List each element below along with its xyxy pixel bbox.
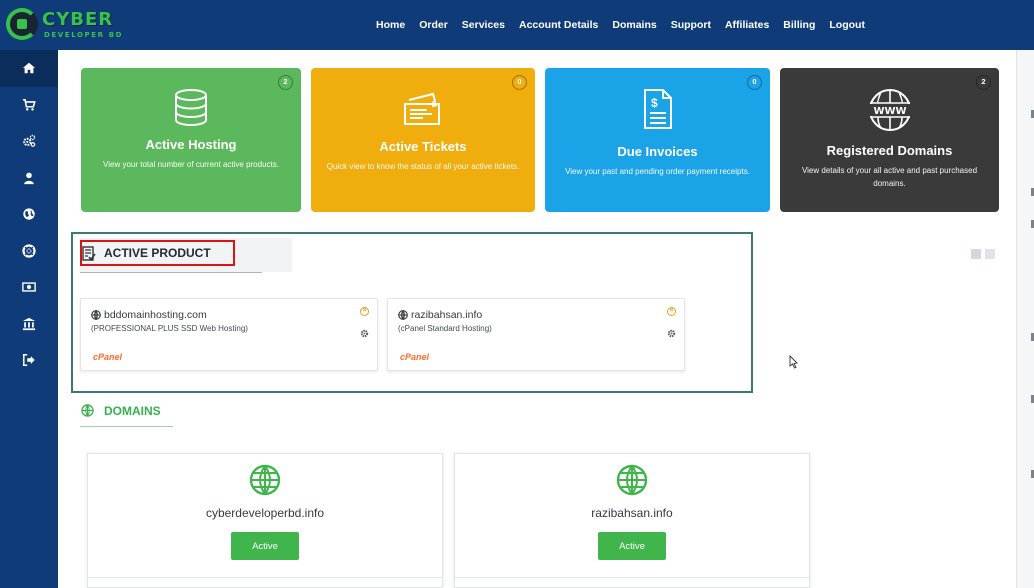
active-tickets-card[interactable]: 0 Active Tickets Quick view to know the …	[311, 68, 535, 212]
ticket-icon	[404, 92, 440, 125]
product-card[interactable]: bddomainhosting.com (PROFESSIONAL PLUS S…	[80, 298, 378, 371]
main-nav: Home Order Services Account Details Doma…	[376, 0, 865, 50]
user-icon	[24, 172, 34, 184]
domain-globe-icon	[249, 464, 281, 496]
nav-services[interactable]: Services	[462, 19, 505, 31]
close-icon[interactable]: ×	[667, 307, 676, 316]
card-description: View details of your all active and past…	[801, 166, 978, 188]
invoice-icon: $	[643, 89, 672, 129]
section-underline	[80, 426, 173, 427]
product-domain-text: razibahsan.info	[411, 309, 483, 321]
gear-icon[interactable]	[360, 329, 369, 338]
sidebar-item-home[interactable]	[0, 50, 58, 87]
domain-card[interactable]: cyberdeveloperbd.info Active	[87, 453, 443, 588]
product-plan: (PROFESSIONAL PLUS SSD Web Hosting)	[91, 324, 248, 333]
domain-globe-icon	[616, 464, 648, 496]
sidebar-item-cart[interactable]	[0, 87, 58, 124]
sidebar-item-support[interactable]	[0, 233, 58, 270]
svg-text:WWW: WWW	[873, 106, 906, 117]
card-title: Due Invoices	[617, 144, 698, 159]
sidebar-item-logout[interactable]	[0, 342, 58, 379]
list-view-icon[interactable]	[985, 249, 995, 259]
home-icon	[22, 63, 36, 74]
right-panel-edge	[1016, 50, 1034, 588]
sign-out-icon	[22, 354, 35, 367]
cpanel-logo[interactable]: cPanel	[93, 352, 122, 362]
due-invoices-card[interactable]: 0 $ Due Invoices View your past and pend…	[545, 68, 770, 212]
brand-subtitle: DEVELOPER BD	[44, 31, 124, 39]
sidebar-item-domains[interactable]	[0, 196, 58, 233]
card-divider	[88, 577, 442, 578]
nav-order[interactable]: Order	[419, 19, 448, 31]
gear-icon[interactable]	[667, 329, 676, 338]
product-domain: razibahsan.info	[398, 309, 482, 321]
active-hosting-card[interactable]: 2 Active Hosting View your total number …	[81, 68, 301, 212]
nav-account-details[interactable]: Account Details	[519, 19, 598, 31]
database-icon	[175, 89, 207, 126]
grid-view-icon[interactable]	[971, 249, 981, 259]
bank-icon	[22, 317, 36, 330]
nav-affiliates[interactable]: Affiliates	[725, 19, 769, 31]
count-badge: 2	[278, 75, 293, 90]
card-description: Quick view to know the status of all you…	[326, 162, 520, 171]
card-title: Active Tickets	[379, 139, 467, 154]
close-icon[interactable]: ×	[360, 307, 369, 316]
registered-domains-card[interactable]: 2 WWW Registered Domains View details of…	[780, 68, 999, 212]
view-toggle[interactable]	[971, 249, 995, 259]
count-badge: 0	[512, 75, 527, 90]
globe-icon	[23, 208, 35, 220]
domains-title: DOMAINS	[104, 404, 161, 418]
brand-name: CYBER	[42, 9, 114, 30]
domain-status-button[interactable]: Active	[231, 532, 299, 560]
card-description: View your past and pending order payment…	[565, 167, 750, 176]
count-badge: 0	[747, 75, 762, 90]
sidebar	[0, 50, 58, 588]
card-title: Registered Domains	[826, 143, 953, 158]
mouse-cursor-icon	[789, 355, 798, 369]
brand-logo[interactable]: CYBER DEVELOPER BD	[6, 6, 126, 44]
nav-domains[interactable]: Domains	[612, 19, 656, 31]
logo-mark-icon	[6, 8, 38, 40]
money-icon	[22, 282, 36, 292]
nav-billing[interactable]: Billing	[783, 19, 815, 31]
product-plan: (cPanel Standard Hosting)	[398, 324, 492, 333]
card-description: View your total number of current active…	[103, 160, 279, 169]
domain-card[interactable]: razibahsan.info Active	[454, 453, 810, 588]
sidebar-item-account[interactable]	[0, 160, 58, 197]
sidebar-item-services[interactable]	[0, 123, 58, 160]
cart-icon	[22, 98, 36, 111]
product-domain-text: bddomainhosting.com	[104, 309, 207, 321]
section-underline	[80, 272, 262, 273]
product-domain: bddomainhosting.com	[91, 309, 207, 321]
nav-logout[interactable]: Logout	[829, 19, 865, 31]
product-card[interactable]: razibahsan.info (cPanel Standard Hosting…	[387, 298, 685, 371]
globe-icon	[398, 310, 408, 320]
domains-globe-icon	[81, 404, 94, 417]
cogs-icon	[23, 134, 36, 148]
top-navbar: CYBER DEVELOPER BD Home Order Services A…	[0, 0, 1034, 50]
nav-home[interactable]: Home	[376, 19, 405, 31]
domain-status-button[interactable]: Active	[598, 532, 666, 560]
domain-name[interactable]: cyberdeveloperbd.info	[88, 506, 442, 520]
card-divider	[455, 577, 809, 578]
sidebar-item-billing[interactable]	[0, 269, 58, 306]
cpanel-logo[interactable]: cPanel	[400, 352, 429, 362]
domain-name[interactable]: razibahsan.info	[455, 506, 809, 520]
svg-text:$: $	[651, 96, 658, 110]
active-product-annotation-box	[80, 240, 235, 266]
support-icon	[22, 244, 36, 258]
globe-icon	[91, 310, 101, 320]
count-badge: 2	[976, 75, 991, 90]
nav-support[interactable]: Support	[671, 19, 711, 31]
card-title: Active Hosting	[145, 137, 237, 152]
www-icon: WWW	[868, 89, 911, 131]
sidebar-item-affiliates[interactable]	[0, 306, 58, 343]
